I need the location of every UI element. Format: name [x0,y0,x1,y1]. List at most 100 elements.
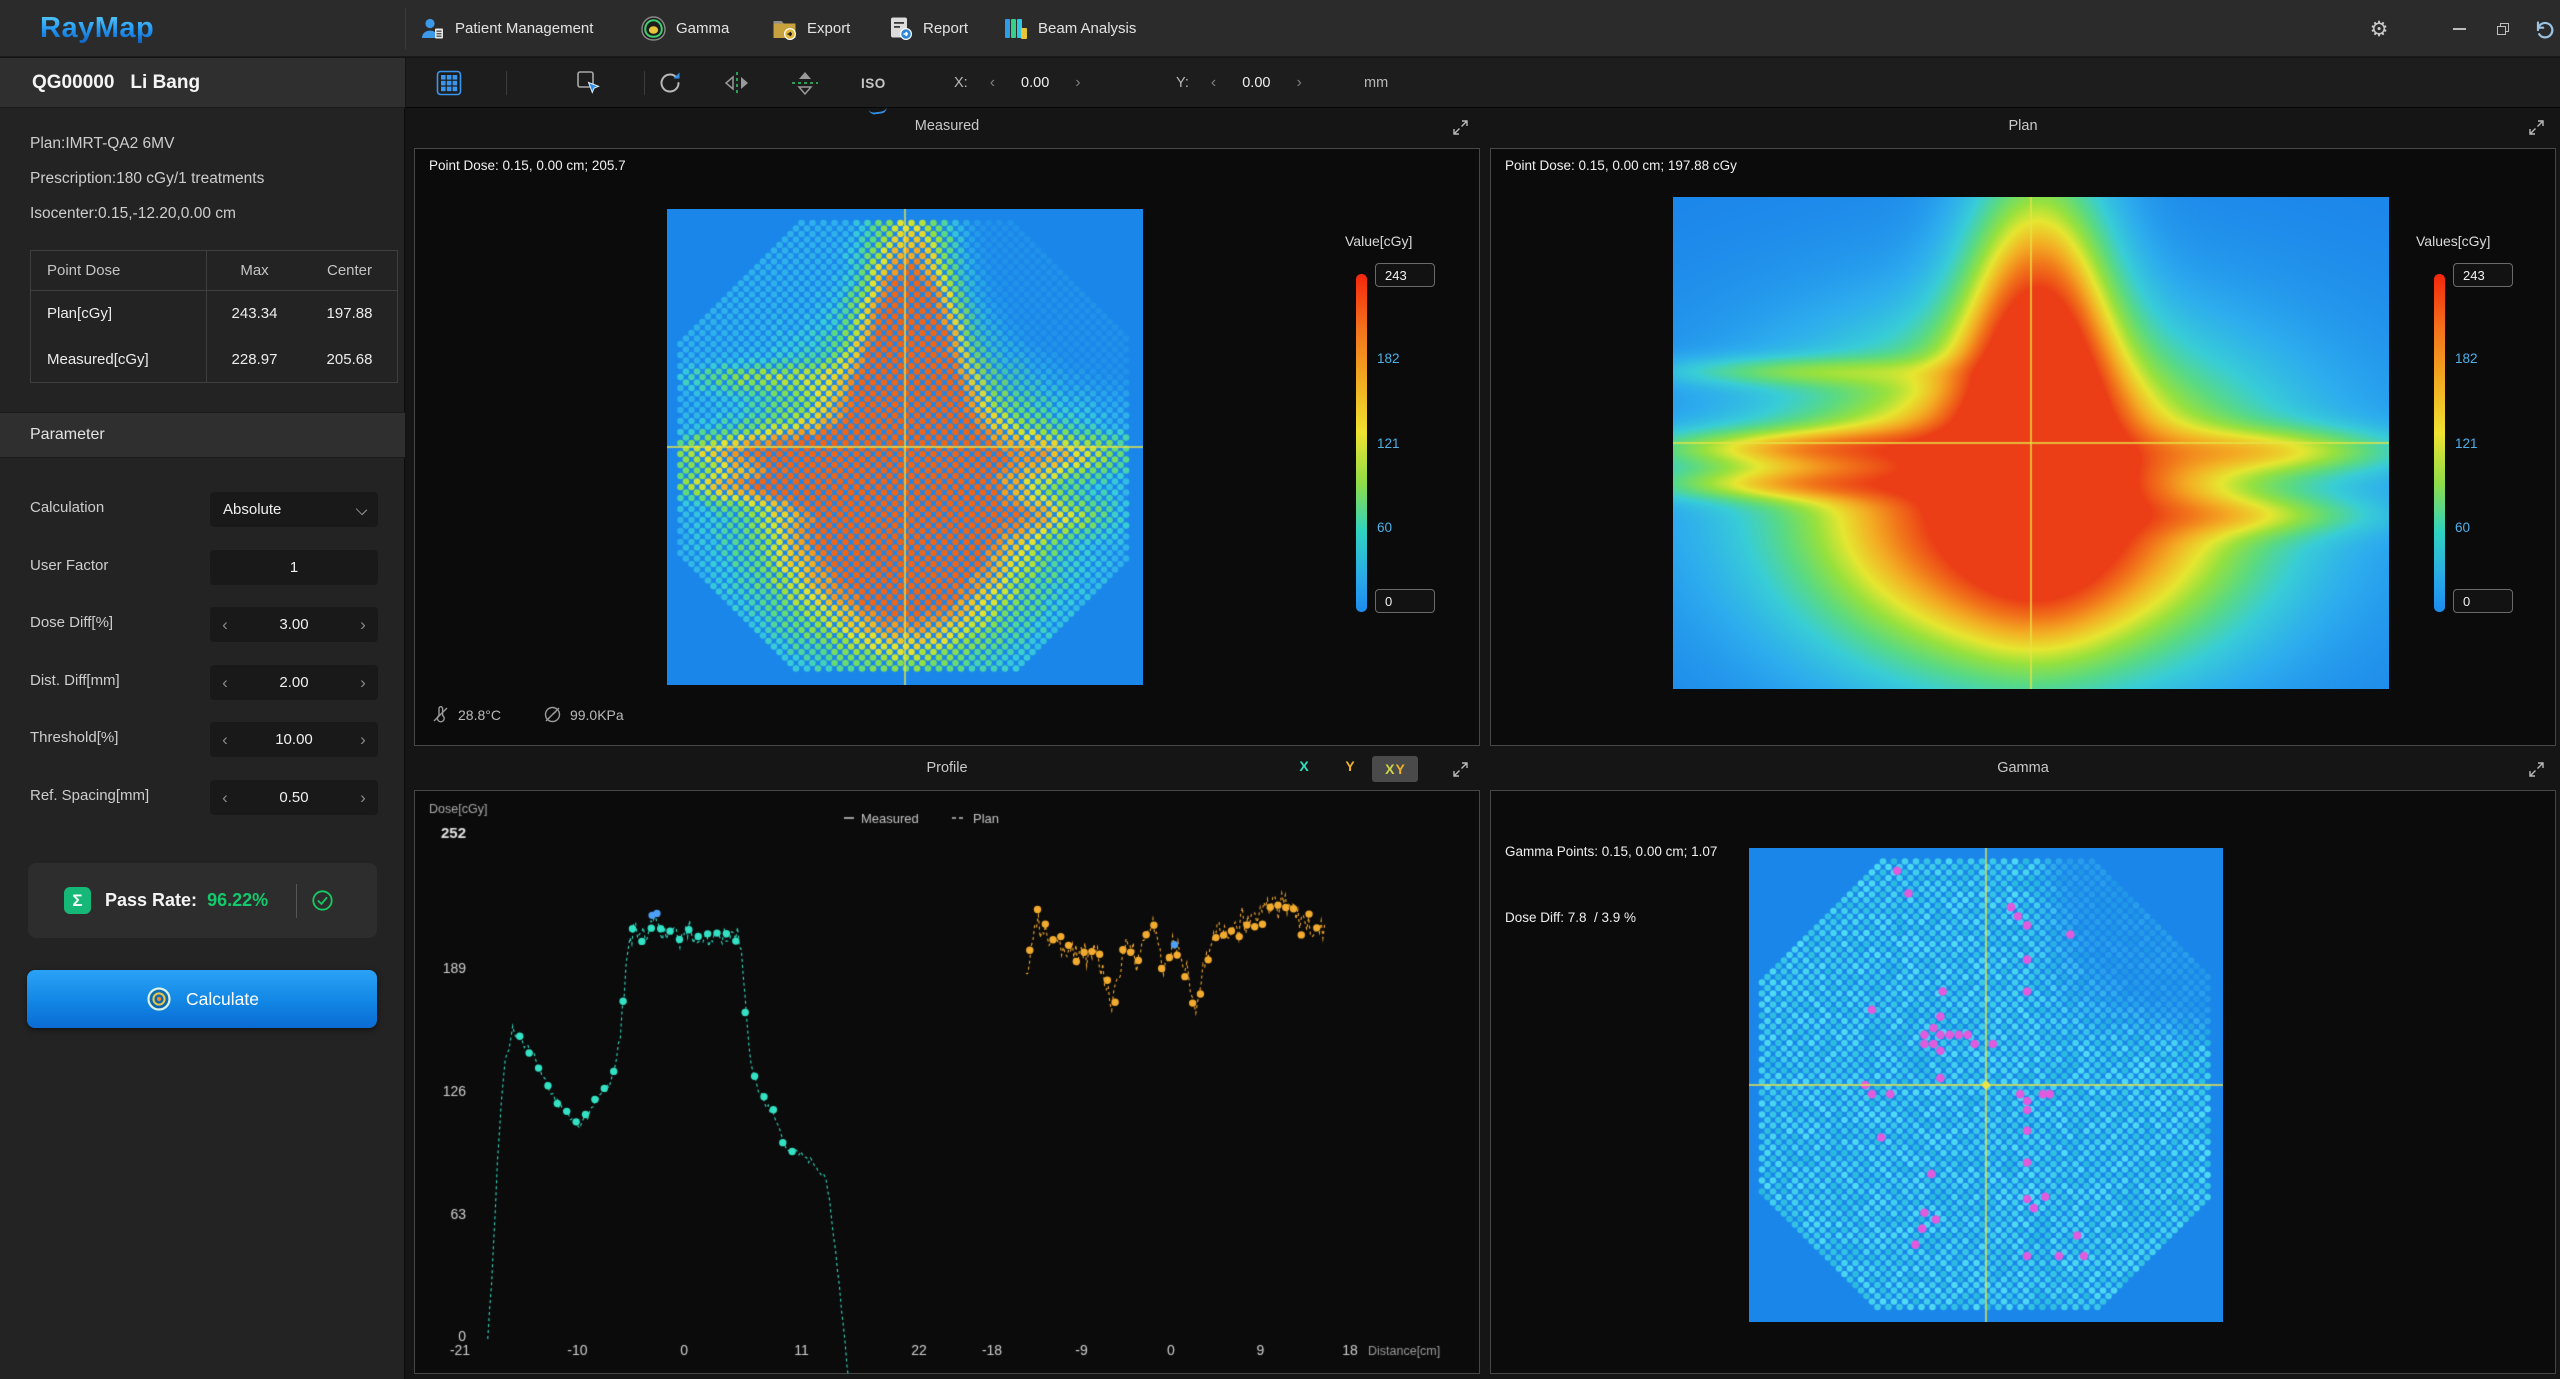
decrement-icon[interactable]: ‹ [1211,74,1216,92]
gamma-panel-content: Gamma Points: 0.15, 0.00 cm; 1.07 Dose D… [1490,790,2556,1374]
sidebar: QG00000 Li Bang Plan:IMRT-QA2 6MV Prescr… [0,58,405,1379]
pressure-value: 99.0KPa [570,707,624,723]
increment-icon[interactable]: › [350,722,376,757]
threshold-stepper[interactable]: ‹ 10.00 › [210,722,378,757]
toolbar-divider [506,71,507,95]
matrix-view-button[interactable] [436,58,462,108]
settings-gear-icon[interactable]: ⚙ [2366,16,2392,42]
menu-beam-analysis[interactable]: Beam Analysis [1002,0,1136,57]
expand-icon[interactable] [2528,119,2546,137]
minimize-button[interactable] [2446,16,2472,42]
pass-rate-value: 96.22% [207,890,268,911]
menu-patient-management[interactable]: Patient Management [419,0,593,57]
increment-icon[interactable]: › [1075,74,1080,92]
gamma-icon [640,15,667,42]
y-value[interactable]: 0.00 [1242,75,1270,91]
unit-label: mm [1364,58,1388,108]
viewer-toolbar: ISO X: ‹ 0.00 › Y: ‹ 0.00 › mm [406,58,2560,108]
select-tool-button[interactable] [576,58,602,108]
decrement-icon[interactable]: ‹ [212,780,238,815]
patient-name: Li Bang [130,72,200,94]
x-value[interactable]: 0.00 [1021,75,1049,91]
menu-label: Patient Management [455,20,593,37]
colorbar-min-input[interactable] [1375,589,1435,613]
param-label: Dose Diff[%] [30,614,113,631]
measured-point-dose: Point Dose: 0.15, 0.00 cm; 205.7 [429,155,626,177]
gamma-panel: Gamma Gamma Points: 0.15, 0.00 cm; 1.07 … [1490,750,2556,1374]
param-label: Calculation [30,499,104,516]
colorbar-gradient [2434,274,2445,612]
colorbar-tick: 121 [2455,436,2478,451]
expand-icon[interactable] [1452,761,1470,779]
thermometer-off-icon [431,705,450,724]
measured-panel: Measured Point Dose: 0.15, 0.00 cm; 205.… [414,108,1480,746]
iso-button[interactable]: ISO [861,58,2560,108]
refresh-icon [656,69,684,97]
colorbar-tick: 60 [1377,520,1392,535]
profile-chart[interactable] [416,792,1478,1374]
colorbar-max-input[interactable] [2453,263,2513,287]
decrement-icon[interactable]: ‹ [212,607,238,642]
minimize-icon [2453,28,2466,30]
decrement-icon[interactable]: ‹ [212,722,238,757]
plan-name: Plan:IMRT-QA2 6MV [30,126,264,161]
calculate-button[interactable]: Calculate [27,970,377,1028]
x-label: X: [954,75,968,91]
colorbar-title: Values[cGy] [2416,233,2490,249]
gamma-panel-header: Gamma [1490,750,2556,790]
increment-icon[interactable]: › [350,780,376,815]
expand-icon[interactable] [1452,119,1470,137]
beam-analysis-icon [1002,15,1029,42]
param-label: User Factor [30,557,108,574]
dose-diff-stepper[interactable]: ‹ 3.00 › [210,607,378,642]
profile-x-button[interactable]: X [1290,758,1318,774]
increment-icon[interactable]: › [1296,74,1301,92]
increment-icon[interactable]: › [350,607,376,642]
expand-icon[interactable] [2528,761,2546,779]
plan-dose-map[interactable] [1673,197,2389,689]
ref-spacing-stepper[interactable]: ‹ 0.50 › [210,780,378,815]
table-row: Plan[cGy] 243.34 197.88 [31,291,398,337]
user-factor-input[interactable]: 1 [210,550,378,585]
refresh-button[interactable] [656,58,684,108]
param-label: Ref. Spacing[mm] [30,787,149,804]
param-row-dose-diff: Dose Diff[%] ‹ 3.00 › [0,607,405,642]
param-label: Threshold[%] [30,729,118,746]
decrement-icon[interactable]: ‹ [990,74,995,92]
menu-gamma[interactable]: Gamma [640,0,729,57]
dist-diff-stepper[interactable]: ‹ 2.00 › [210,665,378,700]
plan-panel: Plan Point Dose: 0.15, 0.00 cm; 197.88 c… [1490,108,2556,746]
profile-panel-content [414,790,1480,1374]
restore-button[interactable] [2490,16,2516,42]
calculate-gamma-icon [145,985,173,1013]
menu-export[interactable]: Export [771,0,850,57]
cell-value: 243.34 [207,291,303,337]
raymap-window: RayMap Patient Management Gamma Export R… [0,0,2560,1379]
profile-xy-button[interactable]: XY [1372,756,1418,782]
param-row-threshold: Threshold[%] ‹ 10.00 › [0,722,405,757]
export-icon [771,15,798,42]
colorbar-max-input[interactable] [1375,263,1435,287]
profile-y-button[interactable]: Y [1336,758,1364,774]
param-label: Dist. Diff[mm] [30,672,120,689]
measured-panel-header: Measured [414,108,1480,148]
gamma-map[interactable] [1749,848,2223,1322]
measured-dose-map[interactable] [667,209,1143,685]
row-label: Measured[cGy] [31,337,207,383]
measured-panel-content: Point Dose: 0.15, 0.00 cm; 205.7 Value[c… [414,148,1480,746]
flip-vertical-button[interactable] [790,58,820,108]
y-label: Y: [1176,75,1189,91]
decrement-icon[interactable]: ‹ [212,665,238,700]
flip-vertical-icon [790,69,820,97]
increment-icon[interactable]: › [350,665,376,700]
flip-horizontal-button[interactable] [722,58,752,108]
calculation-dropdown[interactable]: Absolute [210,492,378,527]
colorbar-min-input[interactable] [2453,589,2513,613]
rollback-button[interactable] [2530,16,2556,42]
flip-horizontal-icon [722,69,752,97]
colorbar-gradient [1356,274,1367,612]
menu-report[interactable]: Report [887,0,968,57]
plan-point-dose: Point Dose: 0.15, 0.00 cm; 197.88 cGy [1505,155,1737,177]
y-coordinate-stepper: Y: ‹ 0.00 › [1176,58,1302,108]
input-value: 1 [210,559,378,576]
